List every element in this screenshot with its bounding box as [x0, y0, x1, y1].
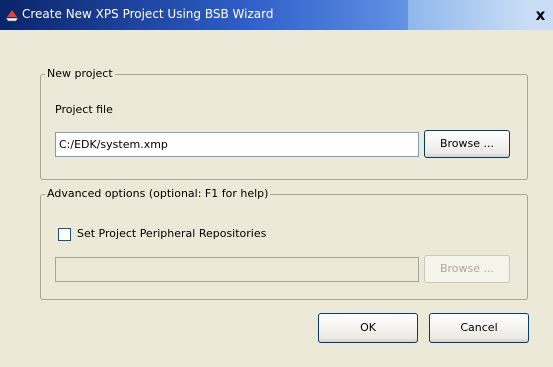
new-project-group: New project: [40, 67, 528, 180]
advanced-options-group: Advanced options (optional: F1 for help): [40, 187, 528, 300]
peripheral-repositories-label[interactable]: Set Project Peripheral Repositories: [77, 227, 266, 240]
cancel-label: Cancel: [460, 321, 498, 334]
advanced-options-legend: Advanced options (optional: F1 for help): [45, 187, 271, 200]
browse-project-file-label: Browse ...: [439, 137, 495, 150]
browse-project-file-button[interactable]: Browse ...: [424, 130, 510, 158]
ok-button[interactable]: OK: [318, 313, 418, 343]
browse-repository-button[interactable]: Browse ...: [424, 255, 510, 283]
browse-repository-label: Browse ...: [439, 262, 495, 275]
new-project-legend: New project: [45, 67, 115, 80]
peripheral-repositories-checkbox[interactable]: [58, 228, 71, 241]
dialog-window: Create New XPS Project Using BSB Wizard …: [0, 0, 553, 367]
title-bar-fill: [408, 0, 528, 30]
close-button[interactable]: x: [528, 0, 553, 30]
close-icon: x: [535, 6, 546, 24]
cancel-button[interactable]: Cancel: [429, 313, 529, 343]
repository-path-input[interactable]: [55, 257, 419, 282]
project-file-label: Project file: [55, 103, 113, 116]
window-title: Create New XPS Project Using BSB Wizard: [22, 7, 274, 21]
app-icon: [5, 8, 19, 22]
title-bar[interactable]: Create New XPS Project Using BSB Wizard …: [0, 0, 553, 30]
ok-label: OK: [360, 321, 376, 334]
project-file-input[interactable]: C:/EDK/system.xmp: [55, 132, 419, 157]
